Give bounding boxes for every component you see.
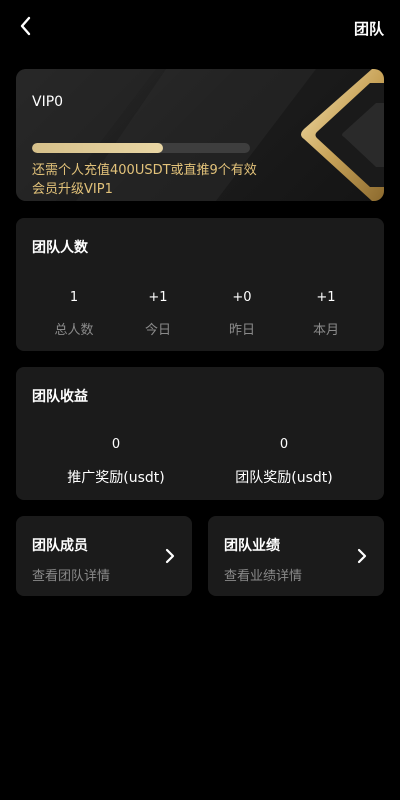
vip-level: VIP0 (32, 94, 64, 110)
stat-this-month: +1 本月 (286, 290, 366, 338)
stat-label: 总人数 (54, 323, 94, 338)
team-members-card[interactable]: 团队成员 查看团队详情 (16, 516, 192, 596)
team-reward: 0 团队奖励(usdt) (204, 437, 364, 487)
team-income-panel: 团队收益 0 推广奖励(usdt) 0 团队奖励(usdt) (16, 367, 384, 500)
stat-value: +1 (148, 290, 168, 305)
stat-yesterday: +0 昨日 (202, 290, 282, 338)
team-performance-card[interactable]: 团队业绩 查看业绩详情 (208, 516, 384, 596)
vip-chevron-emblem-icon (301, 69, 384, 201)
income-value: 0 (279, 437, 289, 452)
promotion-reward: 0 推广奖励(usdt) (36, 437, 196, 487)
stat-today: +1 今日 (118, 290, 198, 338)
vip-progress-bar (32, 143, 250, 153)
chevron-right-icon (357, 548, 367, 564)
vip-card: VIP0 还需个人充值400USDT或直推9个有效会员升级VIP1 (16, 69, 384, 201)
nav-card-title: 团队成员 (32, 538, 88, 554)
stat-total: 1 总人数 (34, 290, 114, 338)
back-arrow-icon[interactable] (14, 14, 38, 38)
nav-card-subtitle: 查看团队详情 (32, 569, 111, 584)
vip-progress-fill (32, 143, 163, 153)
stat-value: +0 (232, 290, 252, 305)
team-count-panel: 团队人数 1 总人数 +1 今日 +0 昨日 +1 本月 (16, 218, 384, 351)
nav-card-subtitle: 查看业绩详情 (224, 569, 303, 584)
stat-value: +1 (316, 290, 336, 305)
page-title: 团队 (353, 20, 384, 38)
income-value: 0 (111, 437, 121, 452)
stat-label: 本月 (312, 323, 339, 338)
stat-label: 今日 (144, 323, 171, 338)
stat-label: 昨日 (228, 323, 255, 338)
income-label: 推广奖励(usdt) (67, 470, 165, 486)
team-count-title: 团队人数 (32, 240, 88, 256)
chevron-right-icon (165, 548, 175, 564)
header: 团队 (0, 0, 400, 56)
nav-card-title: 团队业绩 (224, 538, 280, 554)
stat-value: 1 (69, 290, 79, 305)
vip-upgrade-hint: 还需个人充值400USDT或直推9个有效会员升级VIP1 (32, 163, 257, 197)
team-income-title: 团队收益 (32, 389, 88, 405)
income-label: 团队奖励(usdt) (235, 470, 333, 486)
